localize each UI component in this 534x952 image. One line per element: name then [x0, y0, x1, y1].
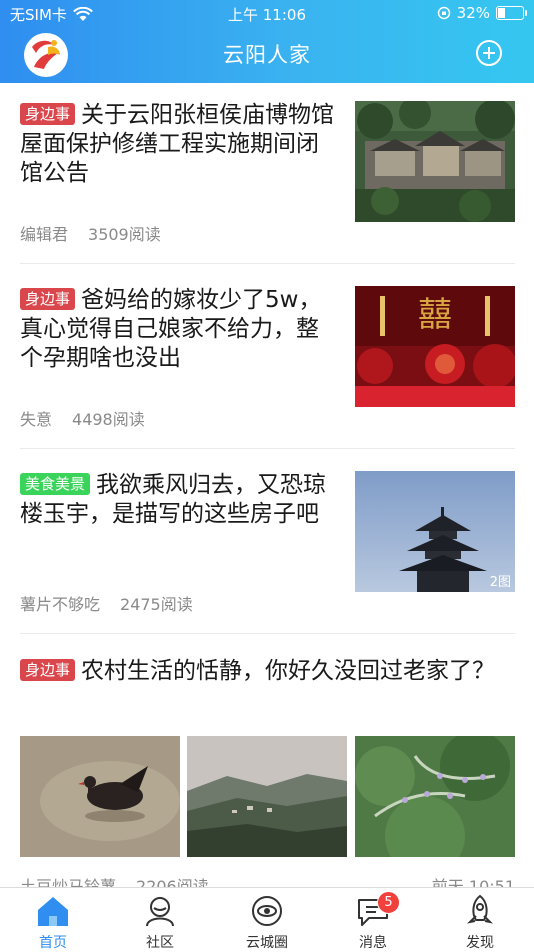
article-reads: 2475阅读 — [120, 595, 193, 614]
article-tag: 身边事 — [20, 659, 76, 681]
divider — [20, 633, 515, 634]
nav-bar: 云阳人家 — [0, 28, 534, 83]
tab-bar: 首页 社区 云城圈 5 消息 发现 — [0, 887, 534, 951]
duck-photo[interactable] — [20, 736, 180, 857]
unread-badge: 5 — [377, 891, 400, 914]
article-meta: 编辑君 3509阅读 — [20, 221, 181, 245]
tab-discover[interactable]: 发现 — [430, 888, 530, 951]
battery-percent: 32% — [456, 4, 490, 22]
article-tag: 身边事 — [20, 103, 76, 125]
home-icon — [38, 897, 68, 926]
article-title[interactable]: 身边事 农村生活的恬静，你好久没回过老家了？ — [20, 657, 515, 686]
article-tag: 身边事 — [20, 288, 76, 310]
image-count: 2图 — [489, 575, 511, 590]
battery-icon — [496, 6, 527, 20]
tab-label: 社区 — [146, 935, 174, 951]
article-reads: 4498阅读 — [72, 410, 145, 429]
article-item[interactable]: 身边事 爸妈给的嫁妆少了5w，真心觉得自己娘家不给力，整个孕期啥也没出 失意 449… — [20, 286, 515, 429]
rotation-lock-icon — [437, 6, 450, 20]
divider — [20, 448, 515, 449]
plant-photo[interactable] — [355, 736, 515, 857]
rocket-icon — [466, 894, 494, 924]
temple-photo — [355, 101, 515, 222]
red-decoration-photo: 囍 — [355, 286, 515, 407]
article-title: 身边事 爸妈给的嫁妆少了5w，真心觉得自己娘家不给力，整个孕期啥也没出 — [20, 287, 322, 371]
article-item[interactable]: 美食美景 我欲乘风归去，又恐琼楼玉宇，是描写的这些房子吧 薯片不够吃 2475阅读 … — [20, 471, 515, 614]
app-header: 无SIM卡 上午 11:06 32% 云阳人家 — [0, 0, 534, 83]
tab-label: 消息 — [359, 935, 387, 951]
page-title: 云阳人家 — [223, 43, 311, 67]
valley-photo[interactable] — [187, 736, 347, 857]
add-button[interactable] — [476, 40, 502, 66]
divider — [20, 263, 515, 264]
svg-text:囍: 囍 — [418, 295, 452, 335]
article-meta: 失意 4498阅读 — [20, 406, 165, 430]
tab-messages[interactable]: 5 消息 — [323, 888, 423, 951]
community-icon — [146, 897, 174, 927]
article-title: 身边事 关于云阳张桓侯庙博物馆屋面保护修缮工程实施期间闭馆公告 — [20, 102, 335, 186]
tab-label: 发现 — [466, 935, 494, 951]
article-author: 编辑君 — [20, 225, 69, 244]
tab-home[interactable]: 首页 — [3, 888, 103, 951]
article-meta: 薯片不够吃 2475阅读 — [20, 591, 213, 615]
article-title: 美食美景 我欲乘风归去，又恐琼楼玉宇，是描写的这些房子吧 — [20, 472, 327, 527]
tab-cloud-circle[interactable]: 云城圈 — [217, 888, 317, 951]
article-author: 薯片不够吃 — [20, 595, 101, 614]
article-item[interactable]: 身边事 关于云阳张桓侯庙博物馆屋面保护修缮工程实施期间闭馆公告 编辑君 3509阅读 — [20, 101, 515, 244]
tab-label: 云城圈 — [246, 935, 288, 951]
tab-label: 首页 — [39, 935, 67, 951]
article-tag: 美食美景 — [20, 473, 91, 495]
status-bar: 无SIM卡 上午 11:06 32% — [0, 0, 534, 28]
pagoda-photo: 2图 — [355, 471, 515, 592]
tab-community[interactable]: 社区 — [110, 888, 210, 951]
planet-icon — [252, 896, 282, 926]
article-reads: 3509阅读 — [88, 225, 161, 244]
article-author: 失意 — [20, 410, 53, 429]
